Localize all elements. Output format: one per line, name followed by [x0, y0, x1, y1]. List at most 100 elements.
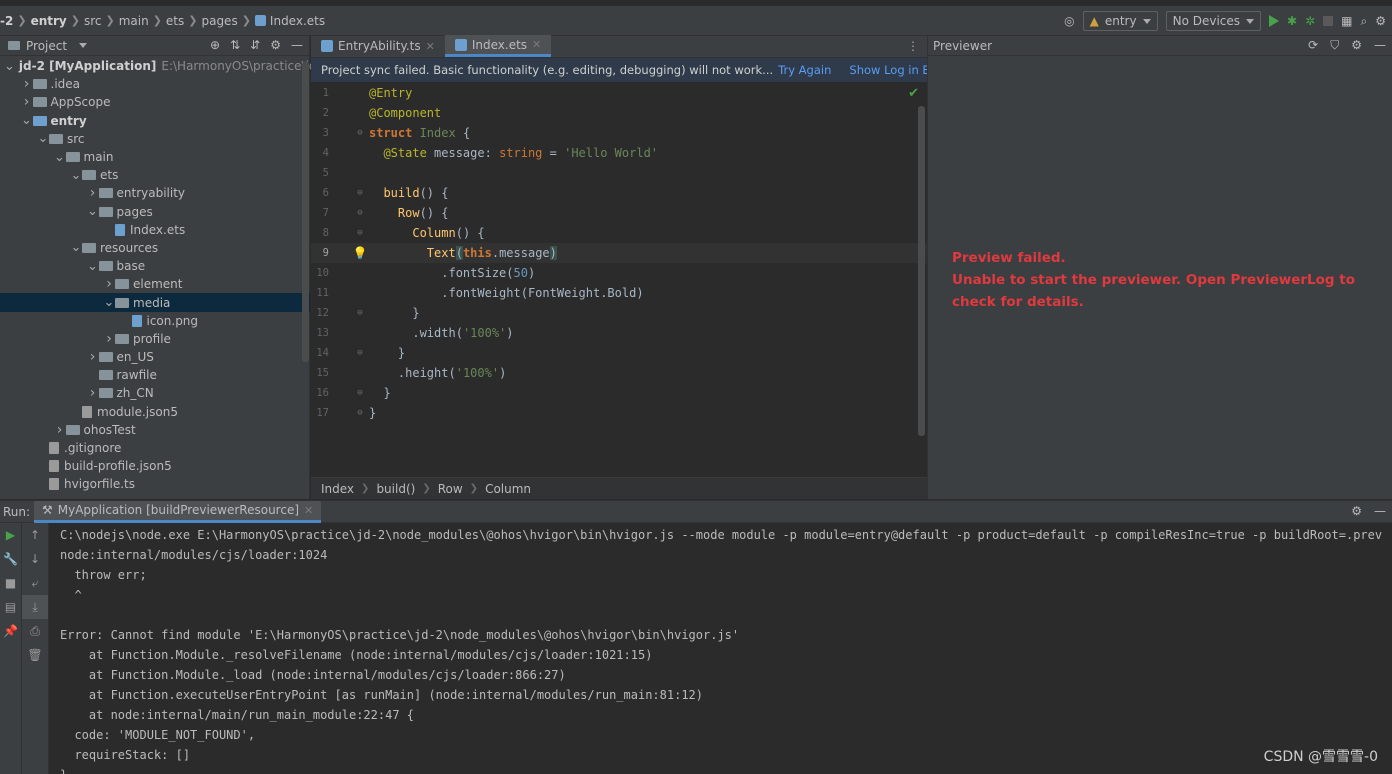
- trash-icon[interactable]: 🗑: [22, 643, 48, 667]
- scroll-to-end-icon[interactable]: ⤓: [22, 595, 48, 619]
- stop-button[interactable]: [1323, 11, 1334, 31]
- scrollbar[interactable]: [302, 62, 309, 362]
- arrow-up-icon[interactable]: ↑: [22, 523, 48, 547]
- run-tab[interactable]: ⚒ MyApplication [buildPreviewerResource]…: [34, 500, 322, 523]
- tab-entryability[interactable]: EntryAbility.ts ✕: [311, 35, 445, 57]
- chevron-right-icon[interactable]: ›: [87, 385, 99, 401]
- breadcrumb-item[interactable]: main: [119, 14, 149, 28]
- chevron-right-icon[interactable]: ›: [103, 276, 115, 292]
- stop-button[interactable]: ■: [0, 571, 21, 595]
- more-options-icon[interactable]: ⋮: [907, 39, 919, 53]
- chevron-right-icon[interactable]: ›: [21, 94, 33, 110]
- collapse-all-icon[interactable]: ⇵: [250, 38, 260, 52]
- refresh-icon[interactable]: ⟳: [1308, 38, 1318, 53]
- layout-icon[interactable]: ▤: [0, 595, 21, 619]
- tree-item[interactable]: icon.png: [0, 312, 310, 330]
- expand-all-icon[interactable]: ⇅: [230, 38, 240, 52]
- tab-index[interactable]: Index.ets ✕: [444, 35, 552, 57]
- try-again-link[interactable]: Try Again: [778, 63, 831, 77]
- debug-button[interactable]: ✱: [1287, 11, 1297, 31]
- attach-debugger-button[interactable]: ✲: [1305, 11, 1315, 31]
- minimize-icon[interactable]: —: [1374, 38, 1386, 53]
- editor-breadcrumb-item[interactable]: Row: [438, 482, 463, 496]
- chevron-right-icon[interactable]: ›: [21, 76, 33, 92]
- tree-item[interactable]: ⌄ media: [0, 293, 310, 312]
- shield-icon[interactable]: ⛉: [1330, 38, 1339, 53]
- breadcrumb-item[interactable]: pages: [201, 14, 237, 28]
- rerun-button[interactable]: ▶: [0, 523, 21, 547]
- breadcrumb-item[interactable]: Index.ets: [270, 14, 325, 28]
- pin-icon[interactable]: 📌: [0, 619, 21, 643]
- close-icon[interactable]: ✕: [532, 38, 541, 51]
- lightbulb-icon[interactable]: 💡: [353, 246, 368, 260]
- locate-icon[interactable]: ⊕: [210, 38, 220, 52]
- chevron-down-icon[interactable]: ⌄: [4, 59, 15, 74]
- chevron-right-icon[interactable]: ›: [103, 331, 115, 347]
- close-icon[interactable]: ✕: [426, 40, 435, 53]
- tree-item[interactable]: ⌄ base: [0, 257, 310, 275]
- show-log-link[interactable]: Show Log in Explorer: [849, 63, 927, 77]
- tree-item[interactable]: › zh_CN: [0, 384, 310, 402]
- minimize-icon[interactable]: —: [1374, 504, 1386, 518]
- wrench-icon[interactable]: 🔧: [0, 547, 21, 571]
- device-select[interactable]: No Devices: [1165, 11, 1262, 31]
- tree-item[interactable]: ⌄ pages: [0, 203, 310, 221]
- editor-breadcrumb-item[interactable]: Column: [485, 482, 531, 496]
- tree-item[interactable]: › entryability: [0, 184, 310, 202]
- breadcrumb-item[interactable]: src: [84, 14, 102, 28]
- device-manager-button[interactable]: ▦: [1341, 11, 1352, 31]
- tree-item[interactable]: .gitignore: [0, 439, 310, 457]
- tree-item[interactable]: ⌄ jd-2 [MyApplication] E:\HarmonyOS\practi…: [0, 57, 321, 75]
- arrow-down-icon[interactable]: ↓: [22, 547, 48, 571]
- gear-icon[interactable]: ⚙: [1351, 504, 1362, 518]
- console-output[interactable]: C:\nodejs\node.exe E:\HarmonyOS\practice…: [60, 525, 1390, 774]
- run-button[interactable]: [1269, 11, 1280, 31]
- tree-item[interactable]: module.json5: [0, 403, 310, 421]
- breadcrumb-item[interactable]: -2: [0, 14, 13, 28]
- tree-item[interactable]: Index.ets: [0, 221, 310, 239]
- tree-item[interactable]: › AppScope: [0, 93, 310, 111]
- breadcrumb-item[interactable]: entry: [31, 14, 67, 28]
- target-icon[interactable]: ◎: [1064, 11, 1074, 31]
- chevron-down-icon[interactable]: ⌄: [37, 131, 49, 146]
- editor-breadcrumb-item[interactable]: build(): [376, 482, 415, 496]
- chevron-down-icon[interactable]: ⌄: [103, 295, 115, 310]
- tree-item[interactable]: ⌄ main: [0, 148, 310, 166]
- tree-item[interactable]: ⌄ resources: [0, 239, 310, 257]
- chevron-down-icon[interactable]: ⌄: [87, 204, 99, 219]
- tree-item[interactable]: ⌄ src: [0, 130, 310, 148]
- tree-item[interactable]: › en_US: [0, 348, 310, 366]
- soft-wrap-icon[interactable]: ⤶: [22, 571, 48, 595]
- chevron-down-icon[interactable]: [79, 43, 88, 48]
- chevron-down-icon[interactable]: ⌄: [87, 259, 99, 274]
- chevron-down-icon[interactable]: ⌄: [21, 113, 33, 128]
- code-area[interactable]: 1 @Entry 2 @Component 3 ⊖ struct Index { 4 @…: [311, 83, 927, 476]
- tree-item[interactable]: › profile: [0, 330, 310, 348]
- tree-item[interactable]: build-profile.json5: [0, 457, 310, 475]
- tree-item[interactable]: rawfile: [0, 366, 310, 384]
- tree-item[interactable]: hvigorfile.ts: [0, 475, 310, 493]
- scrollbar[interactable]: [918, 106, 925, 436]
- editor-breadcrumb-item[interactable]: Index: [321, 482, 354, 496]
- gear-icon[interactable]: ⚙: [270, 38, 281, 52]
- tree-item[interactable]: ⌄ ets: [0, 166, 310, 184]
- gear-icon[interactable]: ⚙: [1351, 38, 1362, 53]
- tree-item[interactable]: › .idea: [0, 75, 310, 93]
- tree-item[interactable]: ⌄ entry: [0, 112, 310, 130]
- gear-icon[interactable]: ⚙: [1375, 11, 1386, 31]
- close-icon[interactable]: ✕: [304, 504, 313, 517]
- breadcrumb-item[interactable]: ets: [166, 14, 184, 28]
- chevron-right-icon[interactable]: ›: [87, 185, 99, 201]
- chevron-right-icon[interactable]: ›: [54, 422, 66, 438]
- search-icon[interactable]: ⌕: [1361, 11, 1368, 31]
- project-panel-title[interactable]: Project: [26, 39, 67, 53]
- chevron-right-icon[interactable]: ›: [87, 349, 99, 365]
- print-icon[interactable]: ⎙: [22, 619, 48, 643]
- minimize-icon[interactable]: —: [291, 38, 303, 52]
- chevron-down-icon[interactable]: ⌄: [70, 240, 82, 255]
- tree-item[interactable]: › ohosTest: [0, 421, 310, 439]
- chevron-down-icon[interactable]: ⌄: [70, 168, 82, 183]
- tree-item[interactable]: › element: [0, 275, 310, 293]
- module-select[interactable]: ▲ entry: [1082, 11, 1158, 31]
- chevron-down-icon[interactable]: ⌄: [54, 150, 66, 165]
